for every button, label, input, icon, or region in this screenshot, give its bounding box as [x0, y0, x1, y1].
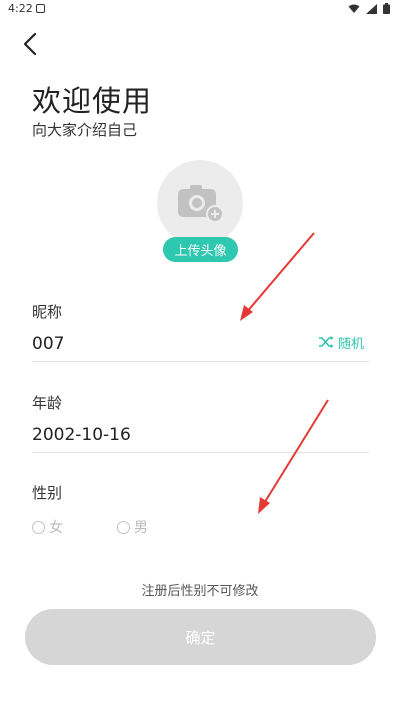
- annotation-arrows: [240, 232, 329, 514]
- annotation-arrow: [240, 232, 315, 321]
- annotation-arrow: [258, 399, 329, 514]
